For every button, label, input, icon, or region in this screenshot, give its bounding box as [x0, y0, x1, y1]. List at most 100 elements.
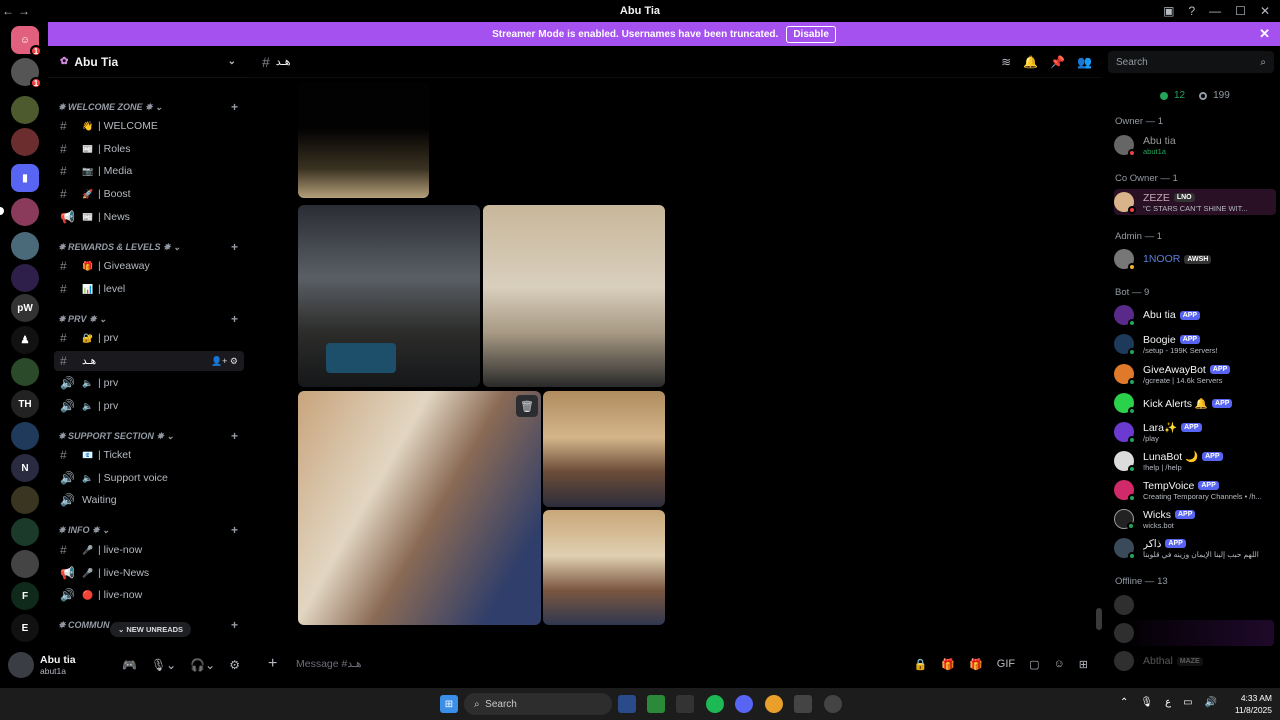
headphones-icon[interactable]: 🎧⌄ — [190, 658, 215, 672]
category-info[interactable]: ✵ INFO ✵ ⌄ + — [58, 521, 238, 539]
image-attachment[interactable] — [483, 205, 665, 387]
voice-channel-live-now[interactable]: 🔊 🔴 | live-now — [54, 585, 244, 605]
dm-avatar[interactable]: 1 — [11, 58, 42, 89]
member-admin[interactable]: 1NOOR AWSH — [1114, 246, 1274, 272]
server-icon[interactable] — [11, 96, 39, 124]
add-channel-icon[interactable]: + — [231, 312, 238, 326]
channel-welcome[interactable]: # 👋 | WELCOME — [54, 116, 244, 136]
server-icon[interactable]: TH — [11, 390, 39, 418]
server-icon[interactable]: pW — [11, 294, 39, 322]
member-bot[interactable]: TempVoice APP Creating Temporary Channels … — [1114, 477, 1274, 503]
help-icon[interactable]: ? — [1188, 4, 1195, 18]
member-coowner[interactable]: ZEZE LNO "C STARS CAN'T SHINE WIT... — [1114, 189, 1276, 215]
new-unreads-pill[interactable]: ⌄ NEW UNREADS — [110, 622, 192, 637]
chevron-down-icon[interactable]: ⌄ — [228, 56, 236, 67]
member-bot[interactable]: ذاكر APP اللهم حبب إلينا الإيمان وزينه في … — [1114, 535, 1274, 561]
category-support[interactable]: ✵ SUPPORT SECTION ✵ ⌄ + — [58, 427, 238, 445]
channel-prv[interactable]: # 🔐 | prv — [54, 328, 244, 348]
add-channel-icon[interactable]: + — [231, 240, 238, 254]
server-folder-icon[interactable]: ▮ — [11, 164, 39, 192]
server-icon[interactable] — [11, 550, 39, 578]
server-icon[interactable]: N — [11, 454, 39, 482]
channel-roles[interactable]: # 📰 | Roles — [54, 139, 244, 159]
member-bot[interactable]: GiveAwayBot APP/gcreate | 14.6k Servers — [1114, 361, 1274, 387]
server-icon[interactable] — [11, 422, 39, 450]
gif-icon[interactable]: GIF — [997, 658, 1015, 671]
spotify-icon[interactable] — [706, 695, 724, 713]
image-attachment[interactable] — [298, 82, 429, 198]
server-icon[interactable]: E — [11, 614, 39, 642]
member-bot[interactable]: Kick Alerts 🔔 APP — [1114, 390, 1274, 416]
message-input[interactable]: Message #هـد — [296, 658, 362, 670]
activity-icon[interactable]: 🎮 — [122, 658, 137, 672]
channel-ticket[interactable]: # 📧 | Ticket — [54, 445, 244, 465]
start-icon[interactable]: ⊞ — [440, 695, 458, 713]
emoji-icon[interactable]: ☺ — [1054, 658, 1065, 671]
direct-messages-icon[interactable]: ☺ 1 — [11, 26, 42, 57]
inbox-icon[interactable]: ▣ — [1163, 4, 1174, 18]
server-header[interactable]: ✿ Abu Tia ⌄ — [48, 46, 248, 78]
voice-channel-prv[interactable]: 🔊 🔈 | prv — [54, 396, 244, 416]
sticker-icon[interactable]: ▢ — [1029, 658, 1039, 671]
minecraft-icon[interactable] — [647, 695, 665, 713]
category-prv[interactable]: ✵ PRV ✵ ⌄ + — [58, 310, 238, 328]
add-channel-icon[interactable]: + — [231, 618, 238, 632]
steam-icon[interactable] — [824, 695, 842, 713]
maximize-icon[interactable]: ☐ — [1235, 4, 1246, 18]
category-welcome[interactable]: ✵ WELCOME ZONE ✵ ⌄ + — [58, 98, 238, 116]
gift-icon[interactable]: 🎁 — [941, 658, 955, 671]
member-list-icon[interactable]: 👥 — [1077, 55, 1092, 69]
microphone-icon[interactable]: 🎙⌄ — [151, 658, 176, 672]
add-channel-icon[interactable]: + — [231, 523, 238, 537]
member-owner[interactable]: Abu tia abut1a — [1114, 132, 1274, 158]
channel-giveaway[interactable]: # 🎁 | Giveaway — [54, 256, 244, 276]
channel-media[interactable]: # 📷 | Media — [54, 161, 244, 181]
server-icon[interactable] — [11, 198, 39, 226]
member-bot[interactable]: Wicks APP wicks.bot — [1114, 506, 1274, 532]
channel-live-now[interactable]: # 🎤 | live-now — [54, 540, 244, 560]
threads-icon[interactable]: ≋ — [1001, 55, 1011, 69]
server-icon[interactable] — [11, 264, 39, 292]
server-icon[interactable] — [11, 358, 39, 386]
channel-boost[interactable]: # 🚀 | Boost — [54, 184, 244, 204]
avatar[interactable] — [8, 652, 34, 678]
voice-channel-waiting[interactable]: 🔊 Waiting — [54, 490, 244, 510]
invite-and-settings-icons[interactable]: 👤+ ⚙ — [211, 356, 238, 367]
gift-icon[interactable]: 🎁 — [969, 658, 983, 671]
member-offline[interactable]: Abthal MAZE — [1114, 648, 1274, 674]
settings-gear-icon[interactable]: ⚙ — [229, 658, 240, 672]
add-channel-icon[interactable]: + — [231, 429, 238, 443]
channel-live-news[interactable]: 📢 🎤 | live-News — [54, 563, 244, 583]
category-rewards[interactable]: ✵ REWARDS & LEVELS ✵ ⌄ + — [58, 238, 238, 256]
image-attachment[interactable] — [543, 391, 665, 507]
member-bot[interactable]: LunaBot 🌙 APP !help | /help — [1114, 448, 1274, 474]
add-channel-icon[interactable]: + — [231, 100, 238, 114]
server-icon[interactable]: F — [11, 582, 39, 610]
notification-bell-icon[interactable]: 🔔 — [1023, 55, 1038, 69]
discord-icon[interactable] — [735, 695, 753, 713]
delete-attachment-icon[interactable]: 🗑 — [516, 395, 538, 417]
channel-level[interactable]: # 📊 | level — [54, 279, 244, 299]
channel-current[interactable]: # هـد 👤+ ⚙ — [54, 351, 244, 371]
image-attachment[interactable] — [543, 510, 665, 625]
close-window-icon[interactable]: ✕ — [1260, 4, 1270, 18]
member-offline[interactable] — [1114, 620, 1274, 646]
search-input[interactable]: Search ⌕ — [1108, 51, 1274, 73]
member-bot[interactable]: Lara✨ APP/play — [1114, 419, 1274, 445]
server-icon[interactable] — [11, 518, 39, 546]
voice-channel-prv[interactable]: 🔊 🔈 | prv — [54, 373, 244, 393]
close-icon[interactable]: ✕ — [1259, 26, 1270, 42]
member-bot[interactable]: Abu tia APP — [1114, 302, 1274, 328]
server-icon[interactable] — [11, 232, 39, 260]
clock[interactable]: 4:33 AM 11/8/2025 — [1235, 692, 1272, 716]
server-icon[interactable]: ♟ — [11, 326, 39, 354]
member-bot[interactable]: Boogie APP/setup - 199K Servers! — [1114, 331, 1274, 357]
pin-icon[interactable]: 📌 — [1050, 55, 1065, 69]
lock-icon[interactable]: 🔒 — [914, 658, 928, 671]
taskbar-search[interactable]: ⌕ Search — [464, 693, 612, 715]
image-attachment[interactable] — [298, 205, 480, 387]
voice-channel-support[interactable]: 🔊 🔈 | Support voice — [54, 468, 244, 488]
image-attachment[interactable] — [298, 391, 541, 625]
minimize-icon[interactable]: — — [1209, 4, 1221, 18]
server-icon[interactable] — [11, 486, 39, 514]
